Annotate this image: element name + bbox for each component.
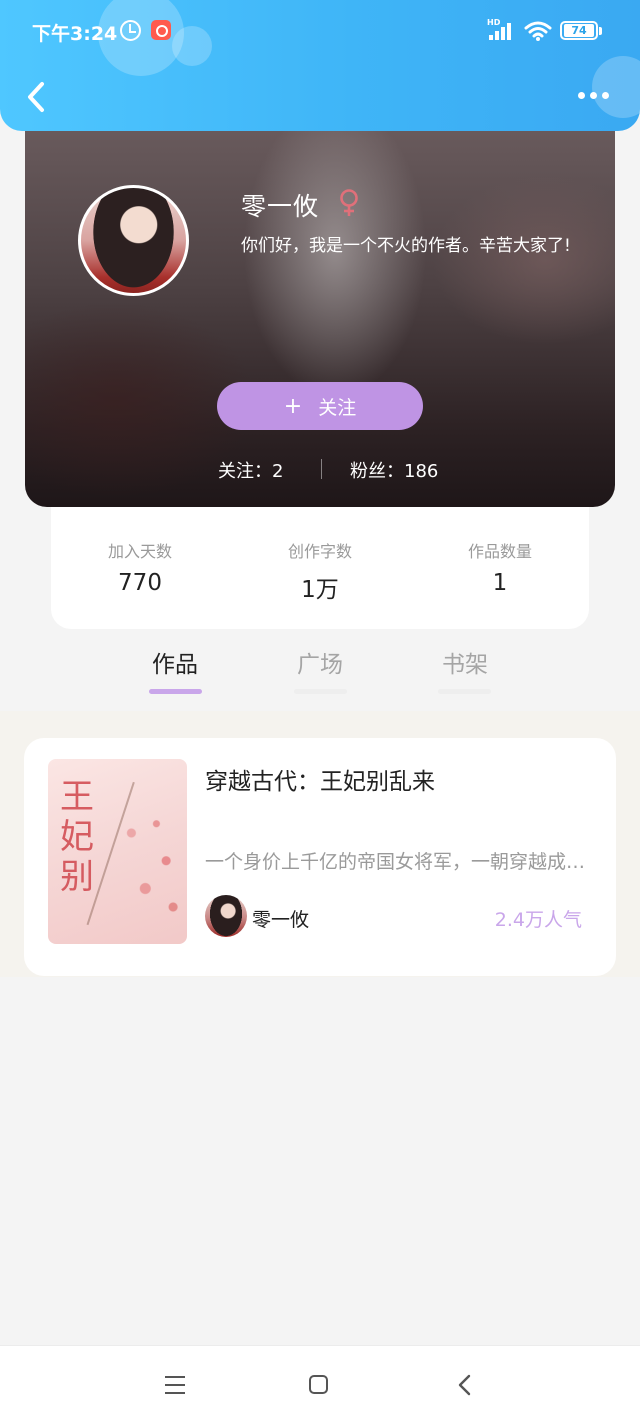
author-intro: 你们好，我是一个不火的作者。辛苦大家了!: [241, 236, 571, 256]
battery-icon: 74: [560, 21, 602, 40]
home-icon[interactable]: [309, 1375, 328, 1394]
stat-label: 作品数量: [467, 542, 532, 561]
tab-works[interactable]: 作品: [135, 645, 215, 679]
status-bar: 下午3:24 HD 74: [0, 0, 640, 62]
tab-works-indicator: [149, 689, 202, 694]
signal-strength-icon: [489, 22, 517, 40]
female-icon: [340, 189, 358, 216]
follow-counts: 关注：2 粉丝：186: [25, 455, 615, 485]
tab-bookshelf-indicator: [438, 689, 491, 694]
stat-value: 1: [492, 570, 508, 596]
stat-value: 770: [118, 570, 162, 596]
tab-bookshelf[interactable]: 书架: [425, 645, 505, 679]
author-profile-card: 零一攸 你们好，我是一个不火的作者。辛苦大家了! + 关注 关注：2 粉丝：18…: [25, 100, 615, 507]
follow-button[interactable]: + 关注: [217, 382, 423, 430]
stat-works-count: 作品数量 1: [430, 538, 570, 596]
author-avatar[interactable]: [78, 185, 189, 296]
follow-button-label: 关注: [318, 396, 357, 419]
book-description: 一个身价上千亿的帝国女将军，一朝穿越成了王妃: [205, 851, 595, 873]
tab-square[interactable]: 广场: [280, 645, 360, 679]
cover-title-art: 王妃别: [60, 777, 94, 897]
stat-value: 1万: [301, 577, 339, 603]
following-count[interactable]: 关注：2: [218, 457, 283, 483]
system-navigation-bar: [0, 1345, 640, 1422]
app-notification-icon: [151, 20, 171, 40]
wifi-icon: [524, 21, 552, 41]
tab-square-indicator: [294, 689, 347, 694]
alarm-clock-icon: [120, 20, 141, 41]
author-name: 零一攸: [241, 192, 320, 221]
chevron-left-icon[interactable]: [22, 80, 52, 114]
stat-label: 加入天数: [107, 542, 172, 561]
fans-count[interactable]: 粉丝：186: [350, 457, 438, 483]
battery-level: 74: [564, 24, 594, 37]
book-popularity: 2.4万人气: [494, 909, 582, 931]
book-cover[interactable]: 王妃别: [48, 759, 187, 944]
author-stats: 加入天数 770 创作字数 1万 作品数量 1: [51, 500, 589, 629]
book-author: 零一攸: [252, 909, 310, 931]
profile-tabs: 作品 广场 书架: [0, 640, 640, 710]
plus-icon: +: [283, 393, 303, 419]
menu-icon[interactable]: [165, 1376, 185, 1394]
book-author-avatar: [205, 895, 247, 937]
book-title: 穿越古代：王妃别乱来: [205, 769, 435, 795]
more-dots-icon[interactable]: [574, 86, 614, 106]
stat-join-days: 加入天数 770: [70, 538, 210, 596]
top-app-bar: 下午3:24 HD 74: [0, 0, 640, 131]
stat-word-count: 创作字数 1万: [250, 538, 390, 604]
back-icon[interactable]: [455, 1373, 475, 1397]
book-card[interactable]: 王妃别 穿越古代：王妃别乱来 一个身价上千亿的帝国女将军，一朝穿越成了王妃 零一…: [24, 738, 616, 976]
status-time: 下午3:24: [32, 23, 118, 45]
stat-label: 创作字数: [287, 542, 352, 561]
divider: [321, 459, 322, 479]
